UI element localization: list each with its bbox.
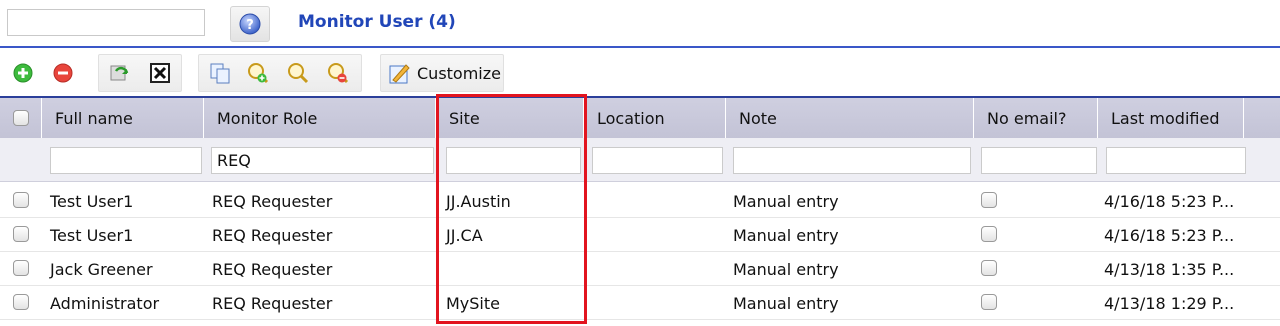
search-button[interactable] xyxy=(282,56,314,90)
customize-icon xyxy=(389,64,410,84)
cell-site: JJ.CA xyxy=(446,225,483,245)
col-header-no-email[interactable]: No email? xyxy=(974,98,1098,138)
col-header-note[interactable]: Note xyxy=(726,98,974,138)
filter-full-name[interactable] xyxy=(50,147,202,174)
svg-text:?: ? xyxy=(246,18,254,33)
delete-icon xyxy=(150,63,170,83)
copy-button[interactable] xyxy=(204,56,236,90)
filter-location[interactable] xyxy=(592,147,723,174)
no-email-checkbox[interactable] xyxy=(981,294,997,310)
cell-site: JJ.Austin xyxy=(446,191,511,211)
col-header-location[interactable]: Location xyxy=(584,98,726,138)
cell-full-name: Administrator xyxy=(50,293,160,313)
filter-site[interactable] xyxy=(446,147,581,174)
customize-button[interactable]: Customize xyxy=(380,54,504,92)
refresh-icon xyxy=(110,65,129,81)
cell-note: Manual entry xyxy=(733,259,839,279)
no-email-checkbox[interactable] xyxy=(981,192,997,208)
cell-monitor-role: REQ Requester xyxy=(212,259,333,279)
search-add-icon xyxy=(248,63,269,84)
table-row[interactable]: Test User1 REQ Requester JJ.Austin Manua… xyxy=(0,184,1280,218)
cell-last-modified: 4/16/18 5:23 P... xyxy=(1104,191,1235,211)
table-row[interactable]: Test User1 REQ Requester JJ.CA Manual en… xyxy=(0,218,1280,252)
filter-monitor-role[interactable] xyxy=(211,147,434,174)
table-row[interactable]: Administrator REQ Requester MySite Manua… xyxy=(0,286,1280,320)
cell-site: MySite xyxy=(446,293,500,313)
filter-last-modified[interactable] xyxy=(1106,147,1246,174)
delete-button[interactable] xyxy=(144,56,176,90)
toolbar: Customize xyxy=(0,50,1280,96)
copy-icon xyxy=(210,63,230,84)
table-row[interactable]: Jack Greener REQ Requester Manual entry … xyxy=(0,252,1280,286)
cell-full-name: Test User1 xyxy=(50,191,134,211)
refresh-button[interactable] xyxy=(104,56,136,90)
cell-monitor-role: REQ Requester xyxy=(212,293,333,313)
cell-full-name: Test User1 xyxy=(50,225,134,245)
search-add-button[interactable] xyxy=(242,56,274,90)
filter-note[interactable] xyxy=(733,147,971,174)
cell-note: Manual entry xyxy=(733,225,839,245)
page-header: ? Monitor User (4) xyxy=(0,0,1280,48)
add-button[interactable] xyxy=(8,56,38,90)
row-checkbox[interactable] xyxy=(13,192,29,208)
row-checkbox[interactable] xyxy=(13,226,29,242)
cell-full-name: Jack Greener xyxy=(50,259,153,279)
cell-monitor-role: REQ Requester xyxy=(212,225,333,245)
cell-last-modified: 4/13/18 1:29 P... xyxy=(1104,293,1235,313)
page-title: Monitor User (4) xyxy=(298,12,456,32)
row-checkbox[interactable] xyxy=(13,260,29,276)
search-remove-icon xyxy=(328,63,349,84)
filter-row xyxy=(0,138,1280,182)
cell-note: Manual entry xyxy=(733,191,839,211)
row-checkbox[interactable] xyxy=(13,294,29,310)
search-input[interactable] xyxy=(7,9,205,36)
col-header-last-modified[interactable]: Last modified xyxy=(1098,98,1244,138)
cell-last-modified: 4/13/18 1:35 P... xyxy=(1104,259,1235,279)
cell-note: Manual entry xyxy=(733,293,839,313)
col-header-site[interactable]: Site xyxy=(436,98,584,138)
help-button[interactable]: ? xyxy=(230,6,270,42)
customize-label: Customize xyxy=(417,63,501,83)
select-all-cell xyxy=(0,98,42,138)
help-icon: ? xyxy=(239,13,261,35)
add-icon xyxy=(13,63,33,83)
search-icon xyxy=(288,63,309,84)
col-header-full-name[interactable]: Full name xyxy=(42,98,204,138)
table-header: Full name Monitor Role Site Location Not… xyxy=(0,98,1280,138)
search-remove-button[interactable] xyxy=(322,56,354,90)
no-email-checkbox[interactable] xyxy=(981,260,997,276)
cell-last-modified: 4/16/18 5:23 P... xyxy=(1104,225,1235,245)
select-all-checkbox[interactable] xyxy=(12,110,29,126)
col-header-monitor-role[interactable]: Monitor Role xyxy=(204,98,436,138)
remove-button[interactable] xyxy=(48,56,78,90)
filter-no-email[interactable] xyxy=(981,147,1097,174)
no-email-checkbox[interactable] xyxy=(981,226,997,242)
cell-monitor-role: REQ Requester xyxy=(212,191,333,211)
remove-icon xyxy=(53,63,73,83)
monitor-user-table: Full name Monitor Role Site Location Not… xyxy=(0,96,1280,326)
